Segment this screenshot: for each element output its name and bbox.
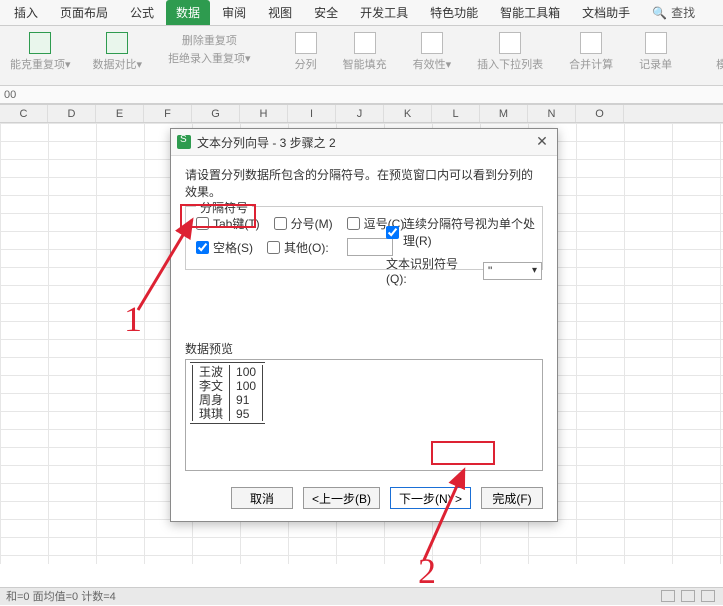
dialog-title: 文本分列向导 - 3 步骤之 2 [197,134,533,151]
text-qualifier-select[interactable]: " ▾ [483,262,542,280]
delimiter-fieldset: 分隔符号 Tab键(T) 分号(M) 逗号(C) 空格(S) 其他(O): 连续… [185,206,543,270]
col-header[interactable]: I [288,105,336,122]
tool-dedup-group: 删除重复项 拒绝录入重复项▾ [164,30,255,81]
search-icon: 🔍 [652,6,667,20]
ribbon-toolbar: 能克重复项▾ 数据对比▾ 删除重复项 拒绝录入重复项▾ 分列 智能填充 有效性▾… [0,26,723,86]
checkbox-other[interactable]: 其他(O): [267,239,329,256]
checkbox-semicolon[interactable]: 分号(M) [274,215,333,232]
table-row: 王波100 [193,365,263,379]
tool-compare[interactable]: 数据对比▾ [89,30,147,81]
highlight-dup-icon [29,32,51,54]
cell-ref: 00 [4,89,16,101]
col-header[interactable]: H [240,105,288,122]
formula-bar[interactable]: 00 [0,86,723,104]
finish-button[interactable]: 完成(F) [481,487,543,509]
text-split-wizard-dialog: 文本分列向导 - 3 步骤之 2 ✕ 请设置分列数据所包含的分隔符号。在预览窗口… [170,128,558,522]
tool-validation[interactable]: 有效性▾ [409,30,456,81]
tool-consolidate[interactable]: 合并计算 [565,30,617,81]
tool-record[interactable]: 记录单 [635,30,676,81]
dialog-titlebar[interactable]: 文本分列向导 - 3 步骤之 2 ✕ [171,129,557,156]
tool-remove-dup[interactable]: 删除重复项 [182,32,237,48]
tab-view[interactable]: 视图 [258,0,302,25]
preview-box: 王波100 李文100 周身91 琪琪95 [185,359,543,471]
tab-data[interactable]: 数据 [166,0,210,25]
tab-review[interactable]: 审阅 [212,0,256,25]
tab-smart[interactable]: 智能工具箱 [490,0,570,25]
view-icon[interactable] [661,590,675,602]
tool-dropdown[interactable]: 插入下拉列表 [473,30,547,81]
split-icon [295,32,317,54]
tab-formula[interactable]: 公式 [120,0,164,25]
preview-table: 王波100 李文100 周身91 琪琪95 [192,365,263,421]
preview-label: 数据预览 [185,340,543,357]
prev-button[interactable]: <上一步(B) [303,487,380,509]
tool-reject-dup[interactable]: 拒绝录入重复项▾ [168,50,251,66]
table-row: 周身91 [193,393,263,407]
tab-layout[interactable]: 页面布局 [50,0,118,25]
tool-whatif[interactable]: 模拟分析▾ [712,30,723,81]
next-button[interactable]: 下一步(N) > [390,487,471,509]
ribbon-tabs: 插入 页面布局 公式 数据 审阅 视图 安全 开发工具 特色功能 智能工具箱 文… [0,0,723,26]
zoom-controls[interactable] [661,588,723,605]
col-header[interactable]: M [480,105,528,122]
col-header[interactable]: C [0,105,48,122]
checkbox-treat-consecutive[interactable]: 连续分隔符号视为单个处理(R) [386,215,542,249]
col-header[interactable]: E [96,105,144,122]
text-qualifier-value: " [488,264,492,278]
tool-flashfill[interactable]: 智能填充 [339,30,391,81]
status-text: 和=0 面均值=0 计数=4 [6,588,116,605]
validation-icon [421,32,443,54]
status-bar: 和=0 面均值=0 计数=4 [0,587,723,605]
tool-split[interactable]: 分列 [291,30,321,81]
tab-insert[interactable]: 插入 [4,0,48,25]
tab-assist[interactable]: 文档助手 [572,0,640,25]
dialog-buttons: 取消 <上一步(B) 下一步(N) > 完成(F) [171,477,557,521]
tool-highlight-dup[interactable]: 能克重复项▾ [6,30,75,81]
col-header[interactable]: O [576,105,624,122]
column-headers: C D E F G H I J K L M N O [0,105,723,123]
col-header[interactable]: N [528,105,576,122]
col-header[interactable]: F [144,105,192,122]
view-icon[interactable] [701,590,715,602]
table-row: 琪琪95 [193,407,263,421]
chevron-down-icon: ▾ [532,265,537,276]
col-header[interactable]: D [48,105,96,122]
text-qualifier-label: 文本识别符号(Q): [386,255,477,286]
fieldset-legend: 分隔符号 [196,199,252,216]
close-icon[interactable]: ✕ [533,133,551,151]
tab-devtools[interactable]: 开发工具 [350,0,418,25]
checkbox-space[interactable]: 空格(S) [196,239,253,256]
app-logo-icon [177,135,191,149]
dropdown-icon [499,32,521,54]
compare-icon [106,32,128,54]
dialog-description: 请设置分列数据所包含的分隔符号。在预览窗口内可以看到分列的效果。 [185,166,543,200]
record-icon [645,32,667,54]
tab-security[interactable]: 安全 [304,0,348,25]
flashfill-icon [354,32,376,54]
col-header[interactable]: L [432,105,480,122]
view-icon[interactable] [681,590,695,602]
consolidate-icon [580,32,602,54]
col-header[interactable]: G [192,105,240,122]
col-header[interactable]: J [336,105,384,122]
cancel-button[interactable]: 取消 [231,487,293,509]
col-header[interactable]: K [384,105,432,122]
table-row: 李文100 [193,379,263,393]
checkbox-tab[interactable]: Tab键(T) [196,215,260,232]
ribbon-search[interactable]: 🔍 查找 [652,4,695,21]
tab-special[interactable]: 特色功能 [420,0,488,25]
search-label: 查找 [671,4,695,21]
